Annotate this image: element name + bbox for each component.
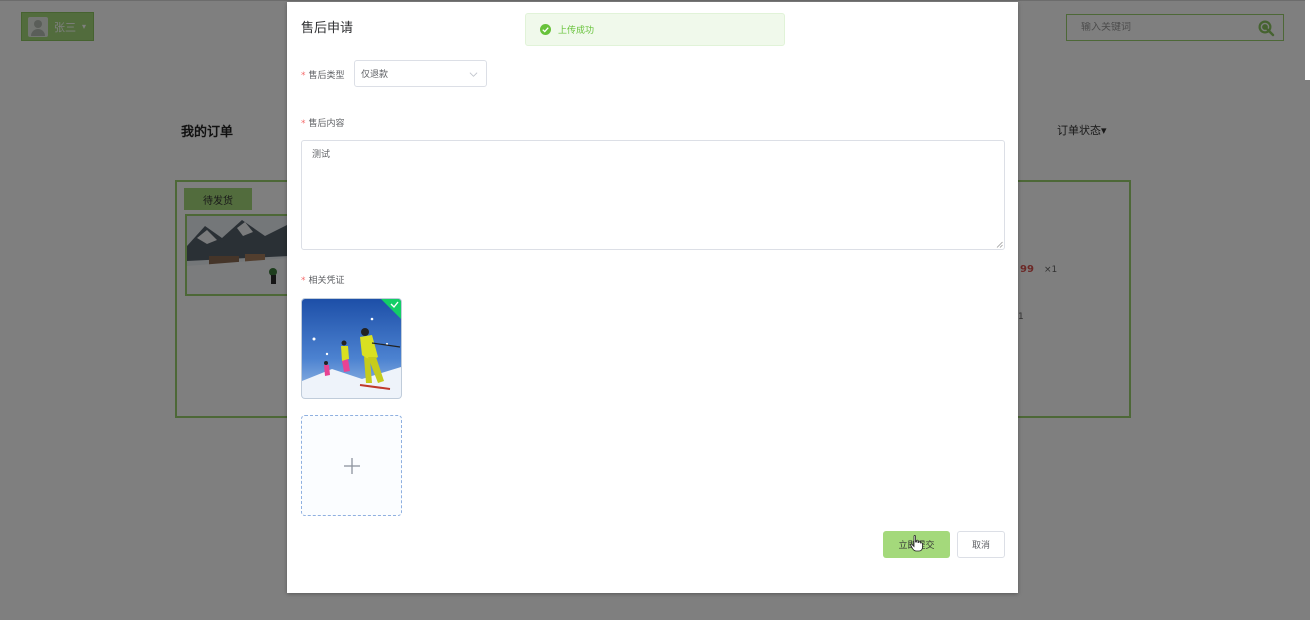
content-textarea[interactable]: 测试 (301, 140, 1005, 250)
type-select-value: 仅退款 (361, 70, 389, 80)
toast-message: 上传成功 (558, 26, 595, 36)
content-value: 测试 (312, 150, 331, 160)
required-mark: * (301, 119, 306, 129)
content-label: * 售后内容 (301, 116, 345, 129)
resize-handle-icon[interactable] (996, 241, 1003, 248)
upload-button[interactable] (301, 415, 402, 516)
page: 张三 ▾ 我的订单 订单状态▾ 待发货 99 × (0, 0, 1310, 620)
cancel-button[interactable]: 取消 (957, 531, 1005, 558)
required-mark: * (301, 276, 306, 286)
evidence-label: * 相关凭证 (301, 273, 345, 286)
required-mark: * (301, 71, 306, 81)
type-select[interactable]: 仅退款 (354, 60, 487, 87)
evidence-label-text: 相关凭证 (308, 276, 345, 286)
uploaded-image[interactable] (301, 298, 402, 399)
type-label: * 售后类型 (301, 68, 345, 81)
dialog-title: 售后申请 (301, 21, 354, 36)
content-label-text: 售后内容 (308, 119, 345, 129)
scrollbar[interactable] (1305, 0, 1310, 80)
chevron-down-icon (469, 72, 478, 77)
type-label-text: 售后类型 (308, 71, 345, 81)
plus-icon (343, 457, 360, 474)
after-sales-dialog: 售后申请 上传成功 * 售后类型 仅退款 * 售后内容 测试 * 相关凭证 取消 (287, 2, 1018, 593)
success-toast: 上传成功 (525, 13, 785, 46)
success-circle-icon (540, 24, 551, 35)
check-icon (381, 299, 401, 319)
hand-cursor-icon (910, 535, 923, 552)
